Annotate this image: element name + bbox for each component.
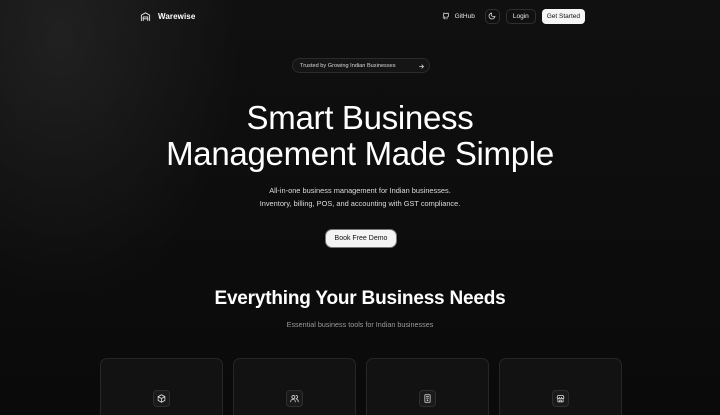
github-link[interactable]: GitHub [438, 12, 479, 20]
feature-cards [100, 358, 622, 415]
store-icon [552, 390, 569, 407]
github-label: GitHub [454, 12, 475, 20]
feature-card[interactable] [366, 358, 489, 415]
github-icon [442, 12, 450, 20]
brand-name: Warewise [158, 11, 196, 21]
feature-card[interactable] [100, 358, 223, 415]
theme-toggle-button[interactable] [484, 8, 500, 24]
warehouse-logo-icon [140, 11, 151, 22]
trust-badge[interactable]: Trusted by Growing Indian Businesses [292, 58, 430, 73]
login-button[interactable]: Login [505, 8, 536, 24]
features-subtitle: Essential business tools for Indian busi… [286, 320, 434, 329]
brand-link[interactable]: Warewise [140, 11, 195, 22]
hero-title-line-1: Smart Business [246, 99, 474, 136]
hero-title-line-2: Management Made Simple [166, 135, 554, 172]
trust-badge-text: Trusted by Growing Indian Businesses [300, 62, 396, 69]
hero-title: Smart Business Management Made Simple [0, 100, 720, 172]
nav-actions: GitHub Login Get Started [438, 8, 585, 24]
feature-card[interactable] [499, 358, 622, 415]
arrow-right-icon [416, 61, 426, 71]
hero-subtitle-line-1: All-in-one business management for India… [269, 186, 451, 195]
landing-page: Warewise GitHub Login Get Started Truste… [0, 0, 720, 415]
hero-subtitle: All-in-one business management for India… [0, 184, 720, 210]
moon-icon [488, 12, 496, 20]
features-title: Everything Your Business Needs [214, 288, 506, 309]
book-demo-button[interactable]: Book Free Demo [326, 230, 396, 247]
top-nav: Warewise GitHub Login Get Started [140, 8, 585, 24]
get-started-button[interactable]: Get Started [541, 8, 585, 24]
receipt-icon [419, 390, 436, 407]
feature-card[interactable] [233, 358, 356, 415]
package-icon [153, 390, 170, 407]
users-icon [286, 390, 303, 407]
hero-subtitle-line-2: Inventory, billing, POS, and accounting … [259, 199, 461, 208]
